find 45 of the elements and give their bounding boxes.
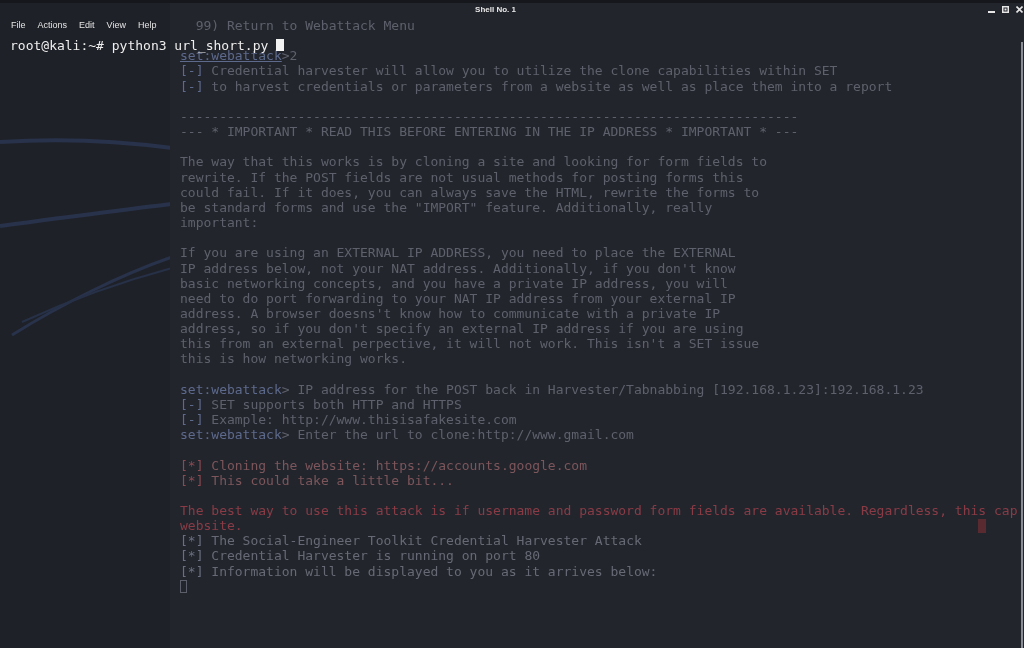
prompt-label: set:webattack xyxy=(180,427,282,443)
output-text: Example: http://www.thisisafakesite.com xyxy=(211,412,517,428)
output-text: to harvest credentials or parameters from a website as well as place them into a report xyxy=(211,78,893,94)
menu-item[interactable]: Edit xyxy=(79,19,95,30)
close-button[interactable] xyxy=(1016,6,1023,13)
maximize-icon xyxy=(1002,6,1009,13)
output-text: This could take a little bit... xyxy=(211,472,454,488)
output-text: Credential Harvester is running on port 80 xyxy=(211,548,541,564)
output-text: >2 xyxy=(281,48,298,64)
output-text: 99) Return to Webattack Menu xyxy=(194,18,416,34)
output-text: SET supports both HTTP and HTTPS xyxy=(211,396,462,412)
warning-text: The best way to use this attack is if username and password form fields are available. Regardless, this cap xyxy=(180,503,1018,518)
output-text: Cloning the website: https://accounts.google.com xyxy=(211,457,587,473)
prompt-text: root@kali:~# xyxy=(10,38,104,53)
status-marker: [*] xyxy=(180,533,204,549)
prompt-label: set:webattack xyxy=(180,381,282,397)
maximize-button[interactable] xyxy=(1002,6,1009,13)
block-cursor-icon xyxy=(978,519,987,533)
text-cursor xyxy=(180,579,187,593)
status-marker: [*] xyxy=(180,548,204,564)
output-text: The Social-Engineer Toolkit Credential Harvester Attack xyxy=(211,533,642,549)
warning-text: website. xyxy=(180,518,243,534)
menu-item[interactable]: Actions xyxy=(37,19,68,30)
status-marker: [*] xyxy=(180,457,204,473)
status-marker: [-] xyxy=(180,63,204,79)
status-marker: [-] xyxy=(180,396,204,412)
output-text: > Enter the url to clone:http://www.gmail.com xyxy=(281,427,634,443)
dashed-rule-text: ------------------------------------------------------------------------------- xyxy=(180,108,800,125)
status-marker: [*] xyxy=(180,472,204,488)
status-marker: [-] xyxy=(180,78,204,94)
output-paragraph: If you are using an EXTERNAL IP ADDRESS, you need to place the EXTERNAL IP address below, not your NAT address. Additionally, if you don't know basic networking concepts, and you have a private IP address, you will need to do port forwarding to your NAT IP address from your external IP address. A browser doesns't know how to communicate with a private IP address, so if you don't specify an external IP address if you are using this from an external perpective, it will not work. This isn't a SET issue this is how networking works. xyxy=(180,245,761,367)
menu-item[interactable]: File xyxy=(11,19,26,30)
scrollbar-thumb[interactable] xyxy=(1021,42,1023,648)
window-title: Shell No. 1 xyxy=(475,5,516,14)
output-paragraph: The way that this works is by cloning a site and looking for form fields to rewrite. If the POST fields are not usual methods for posting forms this could fail. If it does, you can always save the HTML, rewrite the forms to be standard forms and use the "IMPORT" feature. Additionally, really important: xyxy=(180,154,768,231)
status-marker: [*] xyxy=(180,563,204,579)
status-marker: [-] xyxy=(180,412,204,428)
banner-text: --- * IMPORTANT * READ THIS BEFORE ENTERING IN THE IP ADDRESS * IMPORTANT * --- xyxy=(180,124,800,140)
menu-item[interactable]: View xyxy=(106,19,126,30)
output-text: > IP address for the POST back in Harvester/Tabnabbing [192.168.1.23]:192.168.1.23 xyxy=(281,381,924,397)
output-text: Information will be displayed to you as it arrives below: xyxy=(211,563,658,579)
close-icon xyxy=(1016,6,1023,13)
menu-item[interactable]: Help xyxy=(137,19,157,30)
output-text: Credential harvester will allow you to utilize the clone capabilities within SET xyxy=(211,63,838,79)
text-cursor xyxy=(276,39,285,51)
